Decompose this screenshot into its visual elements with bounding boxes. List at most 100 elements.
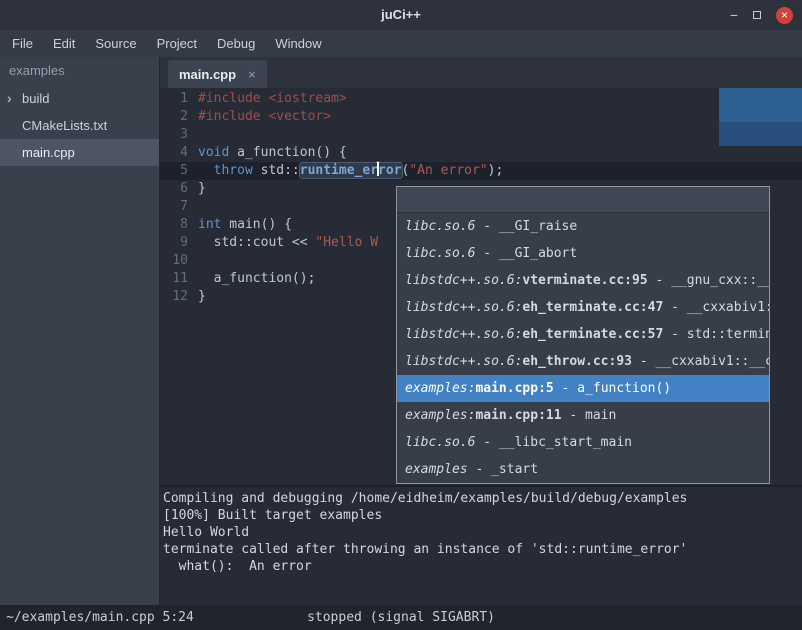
line-number: 10 xyxy=(162,252,188,270)
code-text: #include <vector> xyxy=(198,108,802,126)
close-icon[interactable]: × xyxy=(776,7,793,24)
backtrace-item[interactable]: libc.so.6 - __GI_raise xyxy=(397,213,769,240)
tab-close-icon[interactable]: × xyxy=(248,67,256,82)
frame-library: libstdc++.so.6: xyxy=(405,273,522,288)
menu-item-project[interactable]: Project xyxy=(147,30,207,57)
frame-function: - __cxxabiv1::__cxa_thro xyxy=(632,354,769,369)
window-controls: − × xyxy=(730,0,793,30)
frame-function: - __gnu_cxx::__verbos xyxy=(648,273,769,288)
tabbar: main.cpp × xyxy=(160,57,802,88)
tree-item-label: build xyxy=(22,91,49,106)
frame-library: libc.so.6 xyxy=(405,246,475,261)
frame-library: libstdc++.so.6: xyxy=(405,300,522,315)
frame-function: - _start xyxy=(468,462,538,477)
line-number: 4 xyxy=(162,144,188,162)
backtrace-item[interactable]: libstdc++.so.6:eh_terminate.cc:57 - std:… xyxy=(397,321,769,348)
frame-location: eh_terminate.cc:47 xyxy=(522,300,663,315)
titlebar[interactable]: juCi++ − × xyxy=(0,0,802,30)
text-cursor xyxy=(377,162,379,176)
tree-item-label: CMakeLists.txt xyxy=(22,118,107,133)
terminal-line: Hello World xyxy=(163,524,802,541)
tab-main-cpp[interactable]: main.cpp × xyxy=(168,60,267,88)
code-segment: } xyxy=(198,181,206,196)
code-line[interactable]: 2 #include <vector> xyxy=(160,108,802,126)
frame-library: libc.so.6 xyxy=(405,219,475,234)
app-window: juCi++ − × FileEditSourceProjectDebugWin… xyxy=(0,0,802,630)
code-line[interactable]: 5 throw std::runtime_error("An error"); xyxy=(160,162,802,180)
code-segment: std::cout << xyxy=(198,235,315,250)
menu-item-edit[interactable]: Edit xyxy=(43,30,85,57)
code-segment: throw xyxy=(214,163,253,178)
code-segment: std:: xyxy=(253,163,300,178)
code-segment: #include <iostream> xyxy=(198,91,347,106)
menu-item-window[interactable]: Window xyxy=(265,30,331,57)
frame-location: eh_terminate.cc:57 xyxy=(522,327,663,342)
maximize-icon[interactable] xyxy=(753,11,761,19)
expander-icon[interactable]: › xyxy=(7,85,12,112)
code-text: #include <iostream> xyxy=(198,90,802,108)
file-tree: › build CMakeLists.txt main.cpp xyxy=(0,85,159,166)
menu-item-debug[interactable]: Debug xyxy=(207,30,265,57)
content: examples › build CMakeLists.txt main.cpp ma… xyxy=(0,57,802,605)
line-number: 12 xyxy=(162,288,188,306)
backtrace-item[interactable]: libstdc++.so.6:vterminate.cc:95 - __gnu_… xyxy=(397,267,769,294)
line-number: 8 xyxy=(162,216,188,234)
menu-item-source[interactable]: Source xyxy=(85,30,146,57)
line-number: 9 xyxy=(162,234,188,252)
line-number: 7 xyxy=(162,198,188,216)
line-number: 6 xyxy=(162,180,188,198)
backtrace-item[interactable]: examples:main.cpp:11 - main xyxy=(397,402,769,429)
line-number: 1 xyxy=(162,90,188,108)
code-segment xyxy=(198,163,214,178)
frame-library: examples xyxy=(405,462,468,477)
frame-library: libstdc++.so.6: xyxy=(405,327,522,342)
code-segment: void xyxy=(198,145,229,160)
backtrace-item[interactable]: libstdc++.so.6:eh_throw.cc:93 - __cxxabi… xyxy=(397,348,769,375)
minimize-icon[interactable]: − xyxy=(730,8,738,22)
frame-location: main.cpp:5 xyxy=(475,381,553,396)
tree-item-build[interactable]: › build xyxy=(0,85,159,112)
frame-function: - a_function() xyxy=(554,381,671,396)
code-segment: "An error" xyxy=(409,163,487,178)
main-column: main.cpp × 1 #include <iostream> 2 #include… xyxy=(160,57,802,605)
backtrace-item[interactable]: examples:main.cpp:5 - a_function() xyxy=(397,375,769,402)
code-segment: int xyxy=(198,217,221,232)
menu-item-file[interactable]: File xyxy=(2,30,43,57)
tree-item-label: main.cpp xyxy=(22,145,75,160)
frame-function: - main xyxy=(562,408,617,423)
backtrace-item[interactable]: libc.so.6 - __GI_abort xyxy=(397,240,769,267)
terminal-line: terminate called after throwing an insta… xyxy=(163,541,802,558)
code-segment: main() { xyxy=(221,217,291,232)
frame-function: - __cxxabiv1::__term xyxy=(663,300,769,315)
code-segment: a_function() { xyxy=(229,145,346,160)
code-segment: runtime_error xyxy=(300,163,402,178)
exception-tooltip xyxy=(719,88,802,146)
code-line[interactable]: 4 void a_function() { xyxy=(160,144,802,162)
line-number: 2 xyxy=(162,108,188,126)
backtrace-item[interactable]: examples - _start xyxy=(397,456,769,483)
backtrace-list: libc.so.6 - __GI_raiselibc.so.6 - __GI_a… xyxy=(397,213,769,483)
editor-pane[interactable]: 1 #include <iostream> 2 #include <vector> 34… xyxy=(160,88,802,485)
frame-location: main.cpp:11 xyxy=(475,408,561,423)
sidebar: examples ›buildCMakeLists.txtmain.cpp xyxy=(0,57,160,605)
frame-function: - std::terminate() xyxy=(663,327,769,342)
code-line[interactable]: 3 xyxy=(160,126,802,144)
popup-search-input[interactable] xyxy=(397,187,769,213)
terminal-output[interactable]: Compiling and debugging /home/eidheim/ex… xyxy=(160,485,802,605)
frame-library: examples: xyxy=(405,408,475,423)
code-segment: a_function(); xyxy=(198,271,315,286)
line-number: 5 xyxy=(162,162,188,180)
code-line[interactable]: 1 #include <iostream> xyxy=(160,90,802,108)
tab-label: main.cpp xyxy=(179,67,236,82)
frame-location: vterminate.cc:95 xyxy=(522,273,647,288)
frame-library: libc.so.6 xyxy=(405,435,475,450)
backtrace-item[interactable]: libstdc++.so.6:eh_terminate.cc:47 - __cx… xyxy=(397,294,769,321)
line-number: 3 xyxy=(162,126,188,144)
tree-item-main-cpp[interactable]: main.cpp xyxy=(0,139,159,166)
terminal-line: Compiling and debugging /home/eidheim/ex… xyxy=(163,490,802,507)
backtrace-popup: libc.so.6 - __GI_raiselibc.so.6 - __GI_a… xyxy=(396,186,770,484)
code-segment: #include <vector> xyxy=(198,109,331,124)
code-text: void a_function() { xyxy=(198,144,802,162)
tree-item-cmakelists-txt[interactable]: CMakeLists.txt xyxy=(0,112,159,139)
backtrace-item[interactable]: libc.so.6 - __libc_start_main xyxy=(397,429,769,456)
